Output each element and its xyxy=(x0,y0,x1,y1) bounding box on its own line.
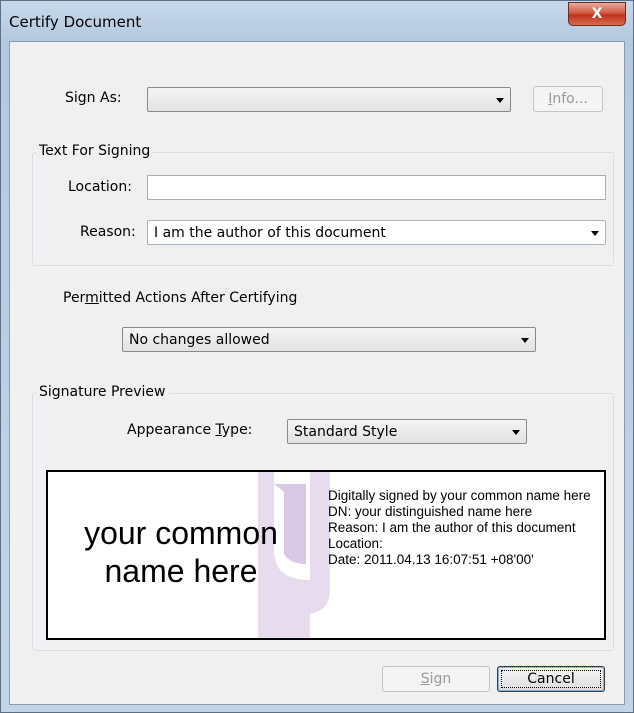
text-for-signing-title: Text For Signing xyxy=(36,143,154,159)
reason-value: I am the author of this document xyxy=(154,225,386,241)
chevron-down-icon xyxy=(521,338,529,343)
close-icon: X xyxy=(591,6,603,22)
reason-dropdown[interactable]: I am the author of this document xyxy=(147,220,606,245)
permitted-actions-dropdown[interactable]: No changes allowed xyxy=(122,327,536,352)
permitted-actions-label: Permitted Actions After Certifying xyxy=(63,290,298,306)
info-button[interactable]: Info... xyxy=(533,86,603,112)
chevron-down-icon xyxy=(591,231,599,236)
window-title: Certify Document xyxy=(9,13,142,31)
permitted-actions-value: No changes allowed xyxy=(129,332,270,348)
close-button[interactable]: X xyxy=(568,2,626,26)
sign-as-dropdown[interactable] xyxy=(147,87,511,112)
detail-location: Location: xyxy=(328,536,383,551)
certify-document-dialog: Certify Document X Sign As: Info... Text… xyxy=(0,0,634,713)
sign-as-label: Sign As: xyxy=(65,90,122,106)
dialog-content: Sign As: Info... Text For Signing Locati… xyxy=(9,41,625,705)
appearance-type-value: Standard Style xyxy=(294,424,398,440)
appearance-type-label: Appearance Type: xyxy=(127,422,253,438)
location-input[interactable] xyxy=(147,175,606,200)
signature-name-line-2: name here xyxy=(104,553,258,589)
detail-date: Date: 2011.04.13 16:07:51 +08'00' xyxy=(328,552,534,567)
signature-preview-title: Signature Preview xyxy=(36,384,169,400)
detail-signed-by: Digitally signed by your common name her… xyxy=(328,488,591,503)
location-label: Location: xyxy=(68,179,132,195)
sign-button[interactable]: Sign xyxy=(382,666,490,692)
appearance-type-dropdown[interactable]: Standard Style xyxy=(287,419,527,444)
reason-label: Reason: xyxy=(80,224,136,240)
detail-dn: DN: your distinguished name here xyxy=(328,504,533,519)
signature-preview-box: your common name here Digitally signed b… xyxy=(46,470,606,640)
focus-rectangle xyxy=(501,670,601,688)
cancel-button[interactable]: Cancel xyxy=(497,666,605,692)
detail-reason: Reason: I am the author of this document xyxy=(328,520,576,535)
chevron-down-icon xyxy=(496,98,504,103)
signature-details: Digitally signed by your common name her… xyxy=(328,488,604,568)
title-bar[interactable]: Certify Document X xyxy=(1,1,633,41)
chevron-down-icon xyxy=(512,430,520,435)
text-for-signing-group xyxy=(32,152,614,266)
signature-name-line-1: your common xyxy=(84,515,278,551)
signature-name-text: your common name here xyxy=(52,514,310,590)
